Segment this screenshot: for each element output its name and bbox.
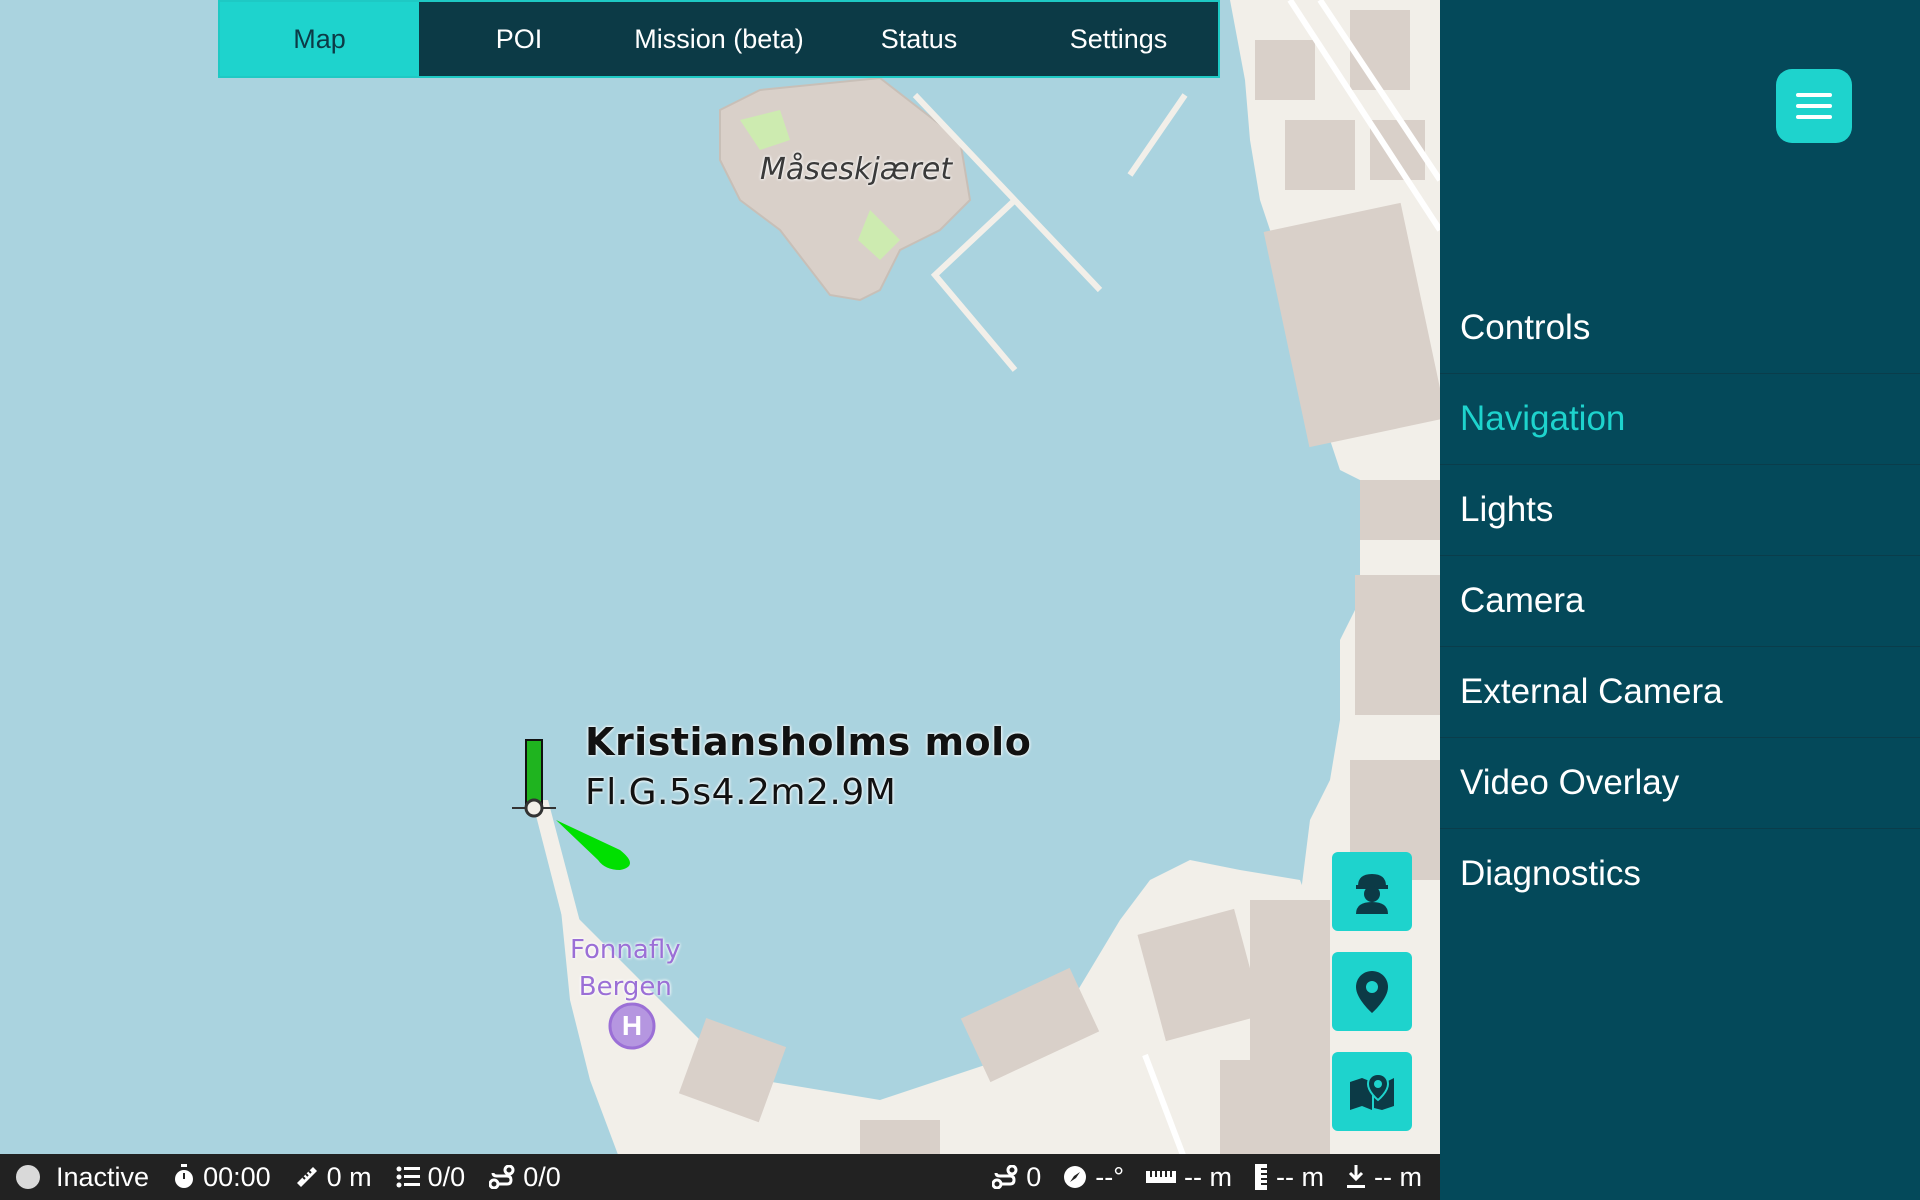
map-canvas	[512, 0, 1440, 1200]
list-icon	[396, 1166, 420, 1188]
sidebar-item-external-camera[interactable]: External Camera	[1440, 647, 1920, 738]
map-view[interactable]: Måseskjæret Kristiansholms molo Fl.G.5s4…	[0, 0, 1440, 1200]
ruler-icon	[296, 1167, 317, 1187]
status-depth: -- m	[1346, 1162, 1422, 1193]
top-tab-bar: Map POI Mission (beta) Status Settings	[218, 0, 1220, 78]
heliport-icon: H	[621, 1010, 643, 1041]
island-label: Måseskjæret	[760, 152, 953, 187]
status-distance: 0 m	[295, 1162, 372, 1193]
status-bar-right: 0 --° -- m -- m -- m	[970, 1154, 1422, 1200]
status-state: Inactive	[16, 1162, 149, 1193]
menu-button[interactable]	[1776, 69, 1852, 143]
route-icon	[489, 1165, 515, 1189]
status-timer: 00:00	[173, 1162, 271, 1193]
vertical-ruler-icon	[1255, 1164, 1268, 1190]
status-depth-value: -- m	[1374, 1161, 1422, 1192]
satellite-icon	[992, 1165, 1018, 1189]
sidebar-item-video-overlay[interactable]: Video Overlay	[1440, 738, 1920, 829]
status-satellites: 0	[992, 1162, 1041, 1193]
horizontal-ruler-icon	[1146, 1171, 1177, 1183]
map-pin-icon	[1350, 1072, 1394, 1110]
compass-icon	[1064, 1166, 1087, 1188]
status-satellites-value: 0	[1026, 1161, 1042, 1192]
status-route: 0/0	[489, 1162, 561, 1193]
sidebar-item-lights[interactable]: Lights	[1440, 465, 1920, 556]
sidebar-item-navigation[interactable]: Navigation	[1440, 374, 1920, 465]
poi-label-line2: Bergen	[578, 972, 672, 1002]
download-depth-icon	[1347, 1165, 1366, 1188]
tab-mission[interactable]: Mission (beta)	[619, 2, 819, 76]
status-width-value: -- m	[1184, 1161, 1233, 1192]
status-distance-value: 0 m	[326, 1161, 372, 1192]
map-pin-button[interactable]	[1332, 1052, 1412, 1131]
light-name-label: Kristiansholms molo	[585, 720, 1032, 764]
poi-label: Fonnafly Bergen	[570, 932, 681, 1006]
tab-status[interactable]: Status	[819, 2, 1019, 76]
light-characteristics-label: Fl.G.5s4.2m2.9M	[585, 772, 897, 813]
pilot-icon	[1356, 873, 1388, 914]
tab-settings[interactable]: Settings	[1019, 2, 1218, 76]
status-waypoints: 0/0	[396, 1161, 466, 1193]
hamburger-icon	[1796, 93, 1832, 119]
sidebar-item-diagnostics[interactable]: Diagnostics	[1440, 829, 1920, 919]
status-route-value: 0/0	[523, 1161, 561, 1192]
poi-label-line1: Fonnafly	[570, 935, 681, 965]
sidebar-item-camera[interactable]: Camera	[1440, 556, 1920, 647]
status-timer-value: 00:00	[203, 1161, 271, 1192]
stopwatch-icon	[175, 1164, 194, 1188]
status-height: -- m	[1254, 1162, 1324, 1193]
sidebar: Controls Navigation Lights Camera Extern…	[1440, 0, 1920, 1200]
location-pin-icon	[1356, 970, 1388, 1013]
sidebar-item-controls[interactable]: Controls	[1440, 283, 1920, 374]
tab-poi[interactable]: POI	[419, 2, 619, 76]
status-heading-value: --°	[1095, 1161, 1125, 1192]
status-height-value: -- m	[1276, 1161, 1325, 1192]
pilot-button[interactable]	[1332, 852, 1412, 931]
tab-map[interactable]: Map	[220, 2, 419, 76]
status-heading: --°	[1063, 1162, 1124, 1193]
status-bar: Inactive 00:00 0 m 0/0 0/0 0 --° -- m --…	[0, 1154, 1440, 1200]
location-button[interactable]	[1332, 952, 1412, 1031]
status-indicator-icon	[16, 1165, 40, 1189]
sidebar-menu: Controls Navigation Lights Camera Extern…	[1440, 283, 1920, 919]
status-state-label: Inactive	[56, 1161, 150, 1192]
status-width: -- m	[1146, 1162, 1232, 1193]
status-waypoints-value: 0/0	[427, 1161, 466, 1192]
